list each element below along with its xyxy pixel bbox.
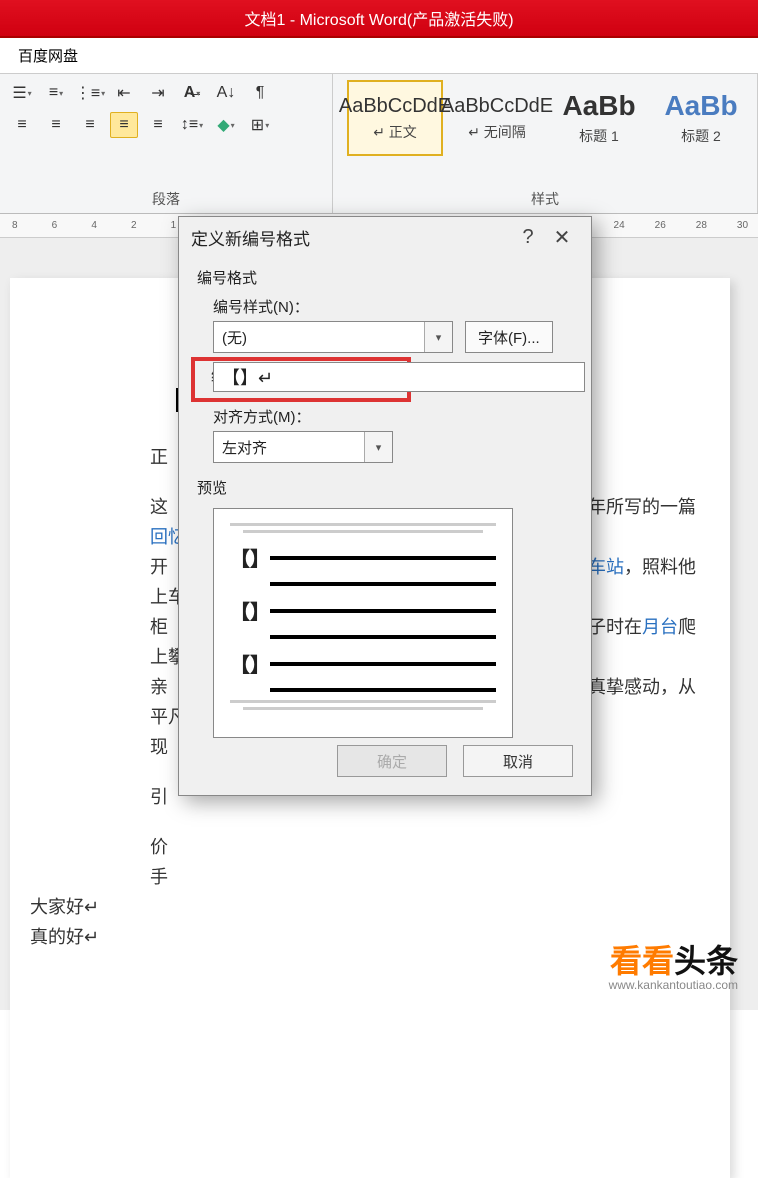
align-right-button[interactable]: ≡ [76,112,104,138]
dialog-titlebar[interactable]: 定义新编号格式 ? ✕ [179,217,591,257]
chevron-down-icon[interactable]: ▾ [424,322,452,352]
watermark-logo2: 头条 [674,943,738,979]
watermark: 看看头条 www.kankantoutiao.com [609,936,738,992]
watermark-logo1: 看看 [610,943,674,979]
label-preview: 预览 [197,477,573,498]
help-button[interactable]: ? [511,222,545,252]
section-number-format: 编号格式 [197,267,573,288]
window-titlebar: 文档1 - Microsoft Word(产品激活失败) [0,0,758,38]
align-left-button[interactable]: ≡ [8,112,36,138]
ruler-mark: 28 [696,220,707,231]
ruler-mark: 24 [614,220,625,231]
preview-box: 【】 【】 【】 [213,508,513,738]
font-button[interactable]: 字体(F)... [465,321,553,353]
number-format-input[interactable]: 【】↵ [213,362,585,392]
numbering-button[interactable]: ≡ [42,80,70,106]
style-preview: AaBbCcDdE [441,95,553,118]
borders-button[interactable]: ⊞ [246,112,274,138]
doc-line: 价 [150,832,698,862]
watermark-url: www.kankantoutiao.com [609,978,738,992]
ruler-mark: 6 [50,220,60,231]
chevron-down-icon[interactable]: ▾ [364,432,392,462]
align-select[interactable]: 左对齐 ▾ [213,431,393,463]
ruler-mark: 4 [89,220,99,231]
indent-dec-button[interactable]: ⇤ [110,80,138,106]
doc-line: 真的好↵ [30,922,698,952]
ribbon-tabs: 百度网盘 [0,38,758,74]
doc-line: 大家好↵ [30,892,698,922]
sort-button[interactable]: A↓ [212,80,240,106]
select-value: 左对齐 [222,437,267,458]
select-value: (无) [222,327,247,348]
style-heading2[interactable]: AaBb 标题 2 [653,80,749,156]
define-number-format-dialog: 定义新编号格式 ? ✕ 编号格式 编号样式(N)： (无) ▾ 字体(F)...… [178,216,592,796]
styles-group: AaBbCcDdE ↵ 正文 AaBbCcDdE ↵ 无间隔 AaBb 标题 1… [333,74,758,213]
number-style-select[interactable]: (无) ▾ [213,321,453,353]
styles-label: 样式 [341,187,749,213]
clear-format-button[interactable]: A̶ [178,80,206,106]
style-preview: AaBbCcDdE [339,95,451,118]
ruler-mark: 26 [655,220,666,231]
preview-mark: 【】 [230,543,260,572]
ruler-mark: 30 [737,220,748,231]
indent-inc-button[interactable]: ⇥ [144,80,172,106]
window-title: 文档1 - Microsoft Word(产品激活失败) [244,6,513,30]
cancel-button[interactable]: 取消 [463,745,573,777]
dialog-title: 定义新编号格式 [191,225,310,250]
show-marks-button[interactable]: ¶ [246,80,274,106]
style-name: ↵ 无间隔 [468,122,526,142]
style-preview: AaBb [562,90,635,122]
ribbon: ☰ ≡ ⋮≡ ⇤ ⇥ A̶ A↓ ¶ ≡ ≡ ≡ ≡ ≡ ↕≡ ◆ ⊞ 段落 [0,74,758,214]
preview-mark: 【】 [230,596,260,625]
ruler-mark: 2 [129,220,139,231]
paragraph-label: 段落 [8,187,324,213]
style-nospacing[interactable]: AaBbCcDdE ↵ 无间隔 [449,80,545,156]
align-center-button[interactable]: ≡ [42,112,70,138]
label-align: 对齐方式(M)： [213,406,573,427]
style-heading1[interactable]: AaBb 标题 1 [551,80,647,156]
tab-baidu[interactable]: 百度网盘 [18,45,78,66]
doc-line: 手 [150,862,698,892]
shading-button[interactable]: ◆ [212,112,240,138]
style-name: ↵ 正文 [373,122,417,142]
style-name: 标题 2 [681,126,721,146]
style-normal[interactable]: AaBbCcDdE ↵ 正文 [347,80,443,156]
align-justify-button[interactable]: ≡ [110,112,138,138]
close-button[interactable]: ✕ [545,222,579,252]
input-value: 【】↵ [222,364,273,390]
label-number-style: 编号样式(N)： [213,296,573,317]
preview-mark: 【】 [230,649,260,678]
paragraph-group: ☰ ≡ ⋮≡ ⇤ ⇥ A̶ A↓ ¶ ≡ ≡ ≡ ≡ ≡ ↕≡ ◆ ⊞ 段落 [0,74,333,213]
ruler-mark: 8 [10,220,20,231]
ruler-mark: 1 [169,220,179,231]
style-name: 标题 1 [579,126,619,146]
line-spacing-button[interactable]: ↕≡ [178,112,206,138]
style-preview: AaBb [664,90,737,122]
distribute-button[interactable]: ≡ [144,112,172,138]
ok-button[interactable]: 确定 [337,745,447,777]
bullets-button[interactable]: ☰ [8,80,36,106]
multilevel-button[interactable]: ⋮≡ [76,80,104,106]
